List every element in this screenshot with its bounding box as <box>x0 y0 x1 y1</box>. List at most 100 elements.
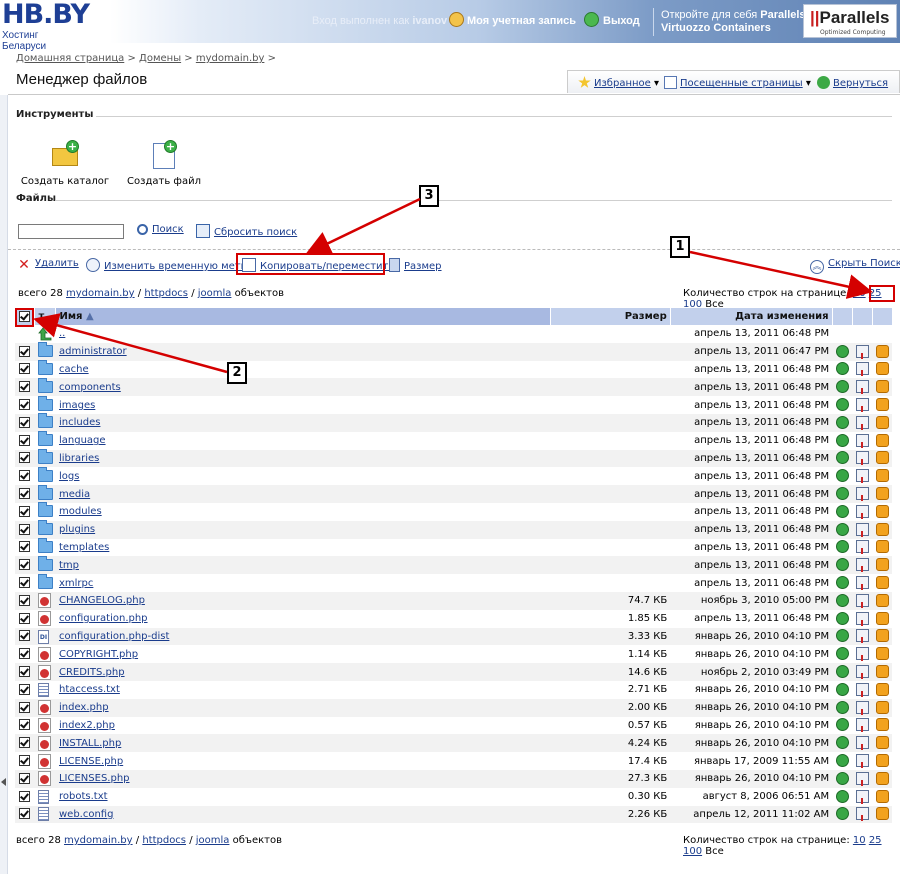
hide-search-link[interactable]: ︽ Скрыть Поиск <box>810 258 900 274</box>
row-checkbox[interactable] <box>19 683 31 695</box>
table-row[interactable]: tmp апрель 13, 2011 06:48 PM <box>15 555 892 575</box>
rows-10-link-bottom[interactable]: 10 <box>853 835 866 846</box>
open-icon[interactable] <box>835 682 849 696</box>
properties-icon[interactable] <box>855 789 869 804</box>
table-row[interactable]: modules апрель 13, 2011 06:48 PM <box>15 502 892 521</box>
properties-icon[interactable] <box>855 736 869 751</box>
table-row[interactable]: COPYRIGHT.php 1.14 КБ январь 26, 2010 04:1… <box>15 645 892 663</box>
type-column-header[interactable]: т <box>34 308 57 325</box>
row-checkbox[interactable] <box>19 719 31 731</box>
open-icon[interactable] <box>835 647 849 661</box>
row-checkbox[interactable] <box>19 648 31 660</box>
open-icon[interactable] <box>835 451 849 465</box>
table-row[interactable]: index2.php 0.57 КБ январь 26, 2010 04:10 P… <box>15 717 892 735</box>
path-mydomain[interactable]: mydomain.by <box>66 288 135 299</box>
properties-icon[interactable] <box>855 380 869 395</box>
permissions-lock-icon[interactable] <box>875 754 889 768</box>
permissions-lock-icon[interactable] <box>875 789 889 803</box>
logout-link[interactable]: Выход <box>603 15 640 27</box>
table-row[interactable]: DI configuration.php-dist 3.33 КБ январь 26… <box>15 627 892 646</box>
properties-icon[interactable] <box>855 504 869 519</box>
permissions-lock-icon[interactable] <box>875 522 889 536</box>
properties-icon[interactable] <box>855 807 869 822</box>
open-icon[interactable] <box>835 665 849 679</box>
hb-logo[interactable]: HB.BY Хостинг Беларуси <box>2 0 90 52</box>
file-name-link[interactable]: CHANGELOG.php <box>59 595 145 606</box>
properties-icon[interactable] <box>855 487 869 502</box>
visited-pages-menu[interactable]: Посещенные страницы ▾ <box>664 76 811 89</box>
properties-icon[interactable] <box>855 593 869 608</box>
table-row[interactable]: templates апрель 13, 2011 06:48 PM <box>15 537 892 557</box>
properties-icon[interactable] <box>855 629 869 644</box>
row-checkbox[interactable] <box>19 523 31 535</box>
permissions-lock-icon[interactable] <box>875 611 889 625</box>
permissions-lock-icon[interactable] <box>875 415 889 429</box>
permissions-lock-icon[interactable] <box>875 344 889 358</box>
properties-icon[interactable] <box>855 576 869 591</box>
parallels-logo[interactable]: ||Parallels Optimized Computing <box>803 4 897 38</box>
row-checkbox[interactable] <box>19 381 31 393</box>
table-row[interactable]: .. апрель 13, 2011 06:48 PM <box>15 325 892 343</box>
properties-icon[interactable] <box>855 540 869 555</box>
table-row[interactable]: htaccess.txt 2.71 КБ январь 26, 2010 04:10… <box>15 681 892 699</box>
row-checkbox[interactable] <box>19 737 31 749</box>
file-name-link[interactable]: web.config <box>59 809 113 820</box>
file-name-link[interactable]: images <box>59 400 95 411</box>
file-name-link[interactable]: administrator <box>59 346 127 357</box>
file-name-link[interactable]: .. <box>59 328 65 339</box>
properties-icon[interactable] <box>855 647 869 662</box>
reset-search-button[interactable]: Сбросить поиск <box>196 224 297 238</box>
file-name-link[interactable]: media <box>59 489 90 500</box>
create-file-button[interactable]: + Создать файл <box>119 140 209 187</box>
permissions-lock-icon[interactable] <box>875 647 889 661</box>
row-checkbox[interactable] <box>19 612 31 624</box>
permissions-lock-icon[interactable] <box>875 558 889 572</box>
properties-icon[interactable] <box>855 344 869 359</box>
table-row[interactable]: language апрель 13, 2011 06:48 PM <box>15 431 892 450</box>
properties-icon[interactable] <box>855 433 869 448</box>
table-row[interactable]: cache апрель 13, 2011 06:48 PM <box>15 359 892 379</box>
permissions-lock-icon[interactable] <box>875 469 889 483</box>
row-checkbox[interactable] <box>19 630 31 642</box>
row-checkbox[interactable] <box>19 594 31 606</box>
row-checkbox[interactable] <box>19 363 31 375</box>
file-name-link[interactable]: robots.txt <box>59 791 108 802</box>
properties-icon[interactable] <box>855 522 869 537</box>
permissions-lock-icon[interactable] <box>875 629 889 643</box>
table-row[interactable]: administrator апрель 13, 2011 06:47 PM <box>15 342 892 361</box>
row-checkbox[interactable] <box>19 452 31 464</box>
table-row[interactable]: web.config 2.26 КБ апрель 12, 2011 11:02 A… <box>15 805 892 824</box>
file-name-link[interactable]: configuration.php <box>59 613 148 624</box>
open-icon[interactable] <box>835 558 849 572</box>
permissions-lock-icon[interactable] <box>875 682 889 696</box>
properties-icon[interactable] <box>855 362 869 377</box>
table-row[interactable]: configuration.php 1.85 КБ апрель 13, 2011 … <box>15 610 892 628</box>
file-name-link[interactable]: htaccess.txt <box>59 684 120 695</box>
open-icon[interactable] <box>835 789 849 803</box>
breadcrumb-home[interactable]: Домашняя страница <box>16 53 124 64</box>
table-row[interactable]: INSTALL.php 4.24 КБ январь 26, 2010 04:10 … <box>15 734 892 753</box>
file-name-link[interactable]: cache <box>59 364 89 375</box>
permissions-lock-icon[interactable] <box>875 593 889 607</box>
path-httpdocs[interactable]: httpdocs <box>144 288 188 299</box>
permissions-lock-icon[interactable] <box>875 665 889 679</box>
size-button[interactable]: Размер <box>389 258 442 272</box>
row-checkbox[interactable] <box>19 488 31 500</box>
open-icon[interactable] <box>835 487 849 501</box>
table-row[interactable]: libraries апрель 13, 2011 06:48 PM <box>15 448 892 468</box>
row-checkbox[interactable] <box>19 434 31 446</box>
file-name-link[interactable]: COPYRIGHT.php <box>59 649 138 660</box>
row-checkbox[interactable] <box>19 559 31 571</box>
path-httpdocs-bottom[interactable]: httpdocs <box>142 835 186 846</box>
table-row[interactable]: xmlrpc апрель 13, 2011 06:48 PM <box>15 573 892 592</box>
permissions-lock-icon[interactable] <box>875 398 889 412</box>
rows-10-link[interactable]: 10 <box>853 288 866 299</box>
table-row[interactable]: robots.txt 0.30 КБ август 8, 2006 06:51 AM <box>15 788 892 806</box>
rows-100-link-bottom[interactable]: 100 <box>683 846 702 857</box>
row-checkbox[interactable] <box>19 416 31 428</box>
permissions-lock-icon[interactable] <box>875 718 889 732</box>
path-joomla[interactable]: joomla <box>198 288 232 299</box>
properties-icon[interactable] <box>855 469 869 484</box>
size-column-header[interactable]: Размер <box>550 308 671 325</box>
open-icon[interactable] <box>835 593 849 607</box>
